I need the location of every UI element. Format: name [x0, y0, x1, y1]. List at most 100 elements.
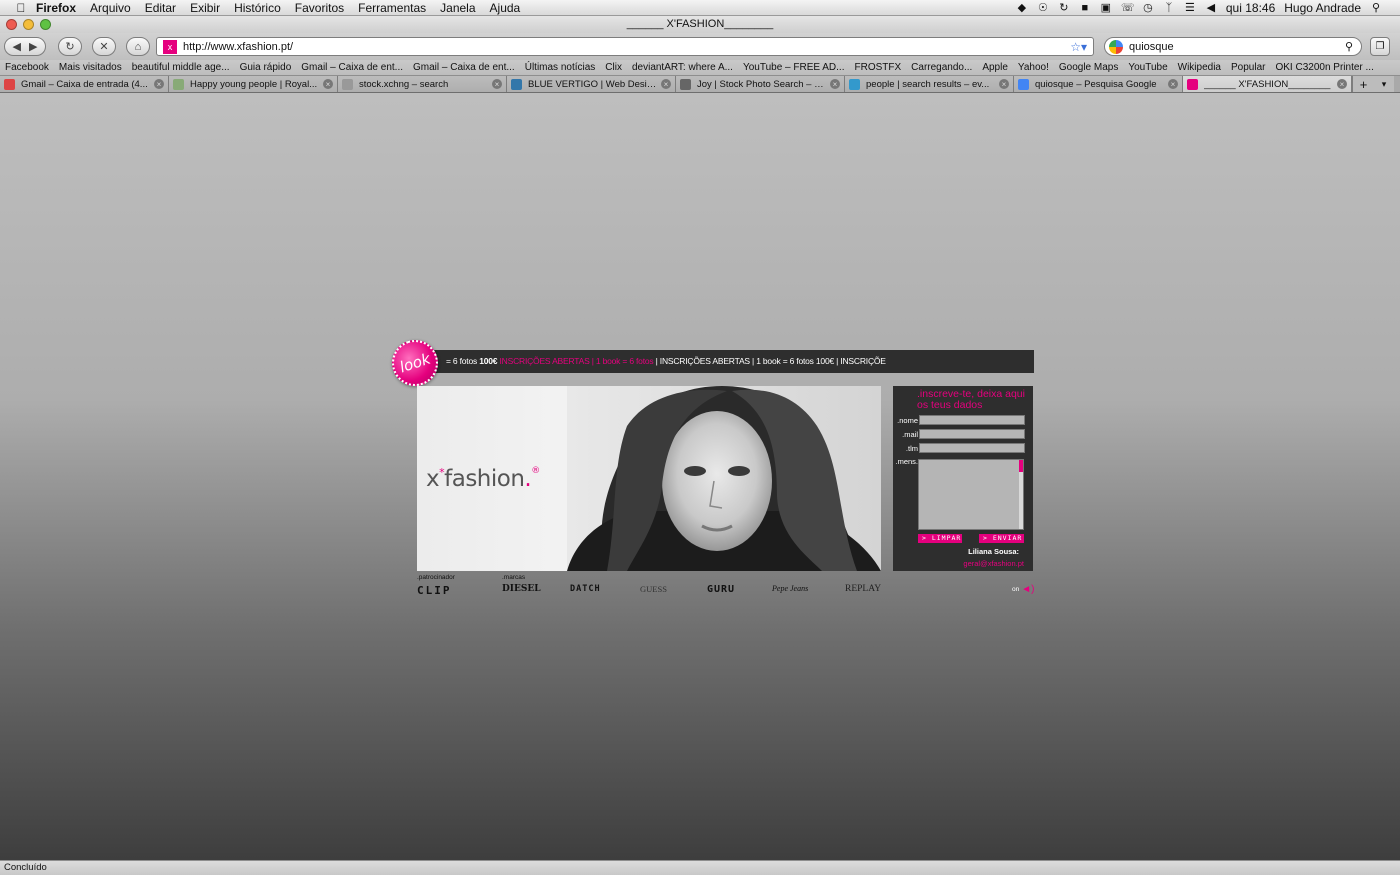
brand-replay-logo[interactable]: REPLAY — [845, 584, 881, 594]
phone-field[interactable] — [919, 443, 1025, 453]
reload-button[interactable]: ↻ — [58, 37, 82, 56]
stop-icon: ✕ — [99, 41, 109, 53]
url-bar[interactable]: x http://www.xfashion.pt/ ☆▾ — [156, 37, 1094, 56]
look-badge-label: look — [397, 349, 433, 377]
bookmark-item[interactable]: Gmail – Caixa de ent... — [301, 62, 403, 73]
menu-exibir[interactable]: Exibir — [190, 1, 220, 15]
bookmark-star-icon[interactable]: ☆▾ — [1070, 40, 1087, 54]
url-text[interactable]: http://www.xfashion.pt/ — [183, 41, 1070, 53]
bookmark-item[interactable]: Guia rápido — [240, 62, 292, 73]
browser-tab[interactable]: Gmail – Caixa de entrada (4... × — [0, 76, 169, 92]
contact-email-link[interactable]: geral@xfashion.pt — [893, 559, 1024, 568]
back-forward-buttons: ◀ ▶ — [4, 37, 46, 56]
site-favicon-icon: x — [163, 39, 177, 54]
bookmark-item[interactable]: beautiful middle age... — [132, 62, 230, 73]
bookmark-item[interactable]: Últimas notícias — [525, 62, 596, 73]
browser-tab[interactable]: quiosque – Pesquisa Google × — [1014, 76, 1183, 92]
bookmark-item[interactable]: Carregando... — [911, 62, 972, 73]
bookmark-item[interactable]: Gmail – Caixa de ent... — [413, 62, 515, 73]
bookmark-item[interactable]: Clix — [605, 62, 622, 73]
menu-ferramentas[interactable]: Ferramentas — [358, 1, 426, 15]
tab-close-icon[interactable]: × — [323, 79, 333, 89]
brand-guess-logo[interactable]: GUESS — [640, 584, 667, 594]
search-input[interactable]: quiosque — [1129, 41, 1345, 53]
bookmark-item[interactable]: Mais visitados — [59, 62, 122, 73]
name-field[interactable] — [919, 415, 1025, 425]
tab-close-icon[interactable]: × — [492, 79, 502, 89]
bookmark-item[interactable]: Yahoo! — [1018, 62, 1049, 73]
tab-close-icon[interactable]: × — [999, 79, 1009, 89]
bookmark-item[interactable]: Popular — [1231, 62, 1265, 73]
wifi-icon[interactable]: ☰ — [1184, 1, 1196, 14]
new-tab-button[interactable]: + — [1352, 76, 1374, 92]
bookmark-item[interactable]: YouTube — [1128, 62, 1167, 73]
tab-close-icon[interactable]: × — [154, 79, 164, 89]
bluetooth-icon[interactable]: ᛉ — [1163, 2, 1175, 14]
bookmark-item[interactable]: OKI C3200n Printer ... — [1275, 62, 1373, 73]
menu-historico[interactable]: Histórico — [234, 1, 281, 15]
browser-tab[interactable]: Joy | Stock Photo Search – s... × — [676, 76, 845, 92]
stop-button[interactable]: ✕ — [92, 37, 116, 56]
google-search-engine-icon[interactable] — [1109, 39, 1123, 54]
browser-tab[interactable]: BLUE VERTIGO | Web Design... × — [507, 76, 676, 92]
back-icon[interactable]: ◀ — [13, 40, 21, 53]
brand-pepe-jeans-logo[interactable]: Pepe Jeans — [772, 584, 808, 593]
bookmark-item[interactable]: Apple — [982, 62, 1008, 73]
search-bar[interactable]: quiosque ⚲ — [1104, 37, 1362, 56]
menu-user[interactable]: Hugo Andrade — [1284, 1, 1361, 15]
bookmark-item[interactable]: Google Maps — [1059, 62, 1118, 73]
tab-label: BLUE VERTIGO | Web Design... — [528, 78, 657, 90]
dropbox-icon[interactable]: ◆ — [1016, 1, 1028, 14]
tab-label: Gmail – Caixa de entrada (4... — [21, 78, 148, 90]
send-button[interactable]: > ENVIAR — [979, 534, 1024, 543]
brand-datch-logo[interactable]: DATCH — [570, 584, 601, 594]
bookmark-item[interactable]: YouTube – FREE AD... — [743, 62, 845, 73]
browser-tab[interactable]: ______ X'FASHION________ × — [1183, 76, 1352, 92]
look-badge[interactable]: look — [386, 334, 444, 392]
browser-tab[interactable]: people | search results – ev... × — [845, 76, 1014, 92]
email-field[interactable] — [919, 429, 1025, 439]
menu-editar[interactable]: Editar — [145, 1, 176, 15]
lock-icon[interactable]: ■ — [1079, 2, 1091, 14]
window-title-bar: ______ X'FASHION________ — [0, 16, 1400, 33]
brand-guru-logo[interactable]: GURU — [707, 584, 735, 595]
accessibility-icon[interactable]: ☉ — [1037, 1, 1049, 14]
news-ticker: = 6 fotos 100€ INSCRIÇÕES ABERTAS | 1 bo… — [428, 350, 1034, 373]
volume-icon[interactable]: ◀ — [1205, 1, 1217, 14]
apple-menu-icon[interactable]:  — [14, 1, 28, 15]
tab-list-icon[interactable]: ▾ — [1374, 76, 1394, 92]
forward-icon[interactable]: ▶ — [29, 40, 37, 53]
spotlight-icon[interactable]: ⚲ — [1370, 1, 1382, 14]
sound-toggle[interactable]: on ◄) — [1012, 584, 1034, 595]
app-status-icon[interactable]: ▣ — [1100, 1, 1112, 14]
tab-close-icon[interactable]: × — [1337, 79, 1347, 89]
bookmark-item[interactable]: Wikipedia — [1178, 62, 1221, 73]
menu-clock[interactable]: qui 18:46 — [1226, 1, 1275, 15]
menu-janela[interactable]: Janela — [440, 1, 475, 15]
tab-close-icon[interactable]: × — [661, 79, 671, 89]
search-icon[interactable]: ⚲ — [1345, 40, 1353, 53]
form-row-mail: .mail — [893, 429, 1033, 439]
bookmark-item[interactable]: FROSTFX — [855, 62, 902, 73]
menu-app-firefox[interactable]: Firefox — [36, 1, 76, 15]
bookmark-item[interactable]: deviantART: where A... — [632, 62, 733, 73]
phone-icon[interactable]: ☏ — [1121, 1, 1135, 14]
brand-clip-logo[interactable]: CLIP — [417, 584, 452, 597]
bookmark-item[interactable]: Facebook — [5, 62, 49, 73]
message-field[interactable] — [918, 459, 1024, 530]
browser-tab[interactable]: stock.xchng – search × — [338, 76, 507, 92]
brand-diesel-logo[interactable]: DIESEL — [502, 584, 541, 594]
clock-icon[interactable]: ◷ — [1142, 1, 1154, 14]
menu-ajuda[interactable]: Ajuda — [490, 1, 521, 15]
message-scroll-thumb[interactable] — [1019, 460, 1023, 472]
sync-icon[interactable]: ↻ — [1058, 1, 1070, 14]
home-button[interactable]: ⌂ — [126, 37, 150, 56]
menu-favoritos[interactable]: Favoritos — [295, 1, 344, 15]
tab-close-icon[interactable]: × — [830, 79, 840, 89]
sidebar-toggle-button[interactable]: ❐ — [1370, 37, 1390, 56]
clear-button[interactable]: > LIMPAR — [918, 534, 962, 543]
tab-label: stock.xchng – search — [359, 78, 449, 90]
browser-tab[interactable]: Happy young people | Royal... × — [169, 76, 338, 92]
menu-arquivo[interactable]: Arquivo — [90, 1, 131, 15]
tab-close-icon[interactable]: × — [1168, 79, 1178, 89]
